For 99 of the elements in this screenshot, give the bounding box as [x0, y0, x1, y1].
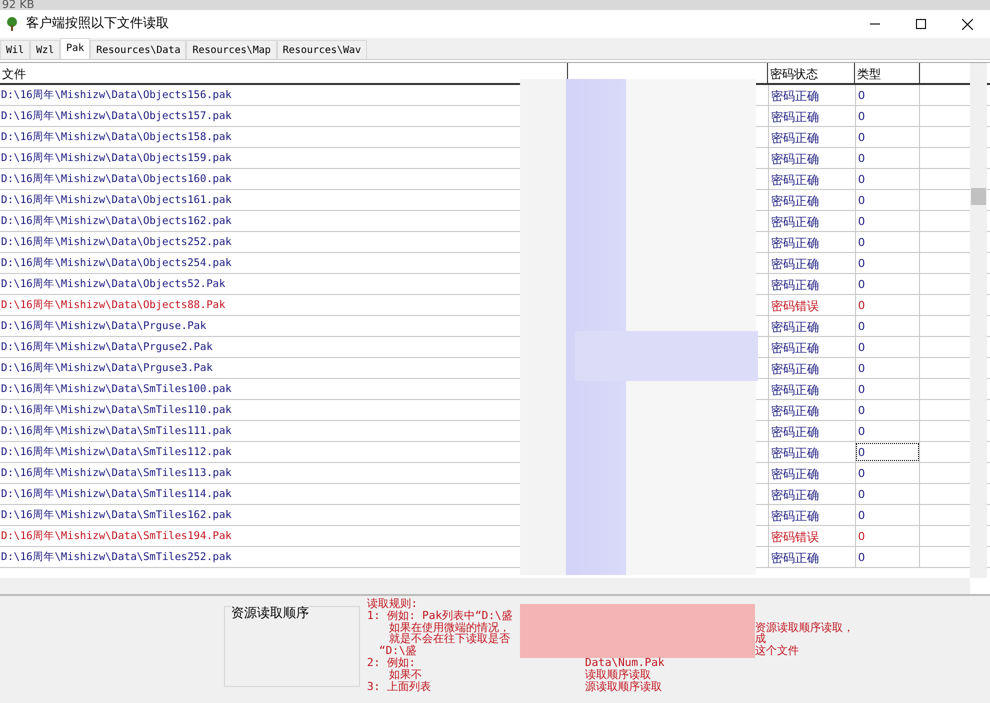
- rule-text: 就是不会在往下读取是否: [388, 632, 510, 646]
- table-cell-text: D:\16周年\Mishizw\Data\SmTiles112.pak: [0, 445, 233, 460]
- table-cell-text: D:\16周年\Mishizw\Data\Objects88.Pak: [0, 298, 226, 313]
- table-cell: 0: [855, 463, 920, 483]
- table-cell: 0: [855, 253, 920, 273]
- table-cell-text: D:\16周年\Mishizw\Data\Objects52.Pak: [0, 277, 226, 292]
- rule-text: 如果不: [388, 668, 422, 681]
- table-cell-text: D:\16周年\Mishizw\Data\SmTiles100.pak: [0, 382, 233, 397]
- rule-text: 源读取顺序读取: [585, 680, 662, 693]
- table-cell-text: D:\16周年\Mishizw\Data\SmTiles113.pak: [0, 466, 233, 481]
- table-cell: 0: [855, 274, 920, 294]
- table-cell: 密码正确: [768, 484, 855, 504]
- rule-text: 读取规则:: [367, 597, 418, 610]
- tab[interactable]: Wil: [0, 40, 30, 59]
- table-cell-text: D:\16周年\Mishizw\Data\Objects159.pak: [0, 151, 233, 166]
- rule-text: 读取顺序读取: [585, 668, 651, 681]
- horizontal-scrollbar[interactable]: [0, 578, 970, 594]
- table-cell: 0: [855, 106, 920, 126]
- table-cell: 0: [855, 400, 920, 420]
- scrollbar-thumb[interactable]: [971, 188, 986, 205]
- background-window-text: 92 KB: [0, 0, 990, 10]
- table-cell-text: D:\16周年\Mishizw\Data\SmTiles114.pak: [0, 487, 233, 502]
- table-cell-text: D:\16周年\Mishizw\Data\SmTiles194.Pak: [0, 529, 233, 544]
- table-cell: 0: [855, 190, 920, 210]
- table-cell-text: D:\16周年\Mishizw\Data\Prguse3.Pak: [0, 361, 214, 376]
- rule-text: 这个文件: [755, 644, 799, 658]
- table-cell: 密码正确: [768, 211, 855, 231]
- table-cell: 密码正确: [768, 337, 855, 357]
- table-cell: 0: [855, 232, 920, 252]
- tab[interactable]: Resources\Map: [186, 40, 277, 59]
- table-cell: 密码正确: [768, 274, 855, 294]
- table-cell: 0: [855, 442, 920, 462]
- table-cell: 密码正确: [768, 190, 855, 210]
- table-cell: 密码正确: [768, 379, 855, 399]
- tab[interactable]: Pak: [60, 38, 90, 59]
- rule-text: 3: 上面列表: [367, 680, 431, 693]
- table-cell-text: D:\16周年\Mishizw\Data\Objects158.pak: [0, 130, 233, 145]
- table-cell: 密码正确: [768, 127, 855, 147]
- table-cell: 密码正确: [768, 85, 855, 105]
- table-cell: 0: [855, 379, 920, 399]
- rule-text: 资源读取顺序读取，: [755, 620, 854, 634]
- table-cell: 0: [855, 127, 920, 147]
- table-cell-text: D:\16周年\Mishizw\Data\Objects254.pak: [0, 256, 233, 271]
- table-cell-text: D:\16周年\Mishizw\Data\Objects252.pak: [0, 235, 233, 250]
- table-cell: 密码正确: [768, 232, 855, 252]
- table-cell-text: D:\16周年\Mishizw\Data\Objects157.pak: [0, 109, 233, 124]
- table-cell-text: D:\16周年\Mishizw\Data\SmTiles252.pak: [0, 550, 233, 565]
- table-cell: 密码正确: [768, 169, 855, 189]
- vertical-scrollbar[interactable]: [970, 63, 987, 578]
- table-cell-text: D:\16周年\Mishizw\Data\Objects156.pak: [0, 88, 233, 103]
- table-cell: 0: [855, 421, 920, 441]
- table-cell-text: D:\16周年\Mishizw\Data\SmTiles110.pak: [0, 403, 233, 418]
- table-cell: 0: [855, 211, 920, 231]
- table-cell: 密码正确: [768, 400, 855, 420]
- maximize-icon: [916, 19, 926, 29]
- table-cell: 密码正确: [768, 547, 855, 567]
- table-cell: 密码正确: [768, 358, 855, 378]
- table-cell: 0: [855, 505, 920, 525]
- table-cell: 密码正确: [768, 253, 855, 273]
- column-header: 密码状态: [768, 63, 855, 83]
- tab[interactable]: Resources\Wav: [276, 40, 368, 59]
- table-cell-text: D:\16周年\Mishizw\Data\Objects160.pak: [0, 172, 233, 187]
- column-header: 类型: [855, 63, 920, 83]
- table-cell: 0: [855, 358, 920, 378]
- table-cell: 密码正确: [768, 106, 855, 126]
- table-cell: 密码正确: [768, 505, 855, 525]
- tab[interactable]: Wzl: [30, 40, 60, 59]
- rule-text: 1: 例如: Pak列表中“D:\盛: [367, 608, 512, 622]
- table-cell-text: D:\16周年\Mishizw\Data\Objects162.pak: [0, 214, 233, 229]
- table-cell: 密码错误: [768, 295, 855, 315]
- table-cell: 0: [855, 85, 920, 105]
- tab[interactable]: Resources\Data: [90, 40, 186, 59]
- rule-text: Data\Num.Pak: [585, 656, 664, 669]
- table-cell: 0: [855, 526, 920, 546]
- tree-icon: [4, 16, 20, 32]
- table-cell: 0: [855, 547, 920, 567]
- table-cell-text: D:\16周年\Mishizw\Data\SmTiles111.pak: [0, 424, 233, 439]
- table-cell: 密码正确: [768, 316, 855, 336]
- table-cell-text: D:\16周年\Mishizw\Data\Prguse.Pak: [0, 319, 208, 334]
- table-cell: 密码正确: [768, 463, 855, 483]
- table-cell-text: D:\16周年\Mishizw\Data\Prguse2.Pak: [0, 340, 214, 355]
- table-cell: 0: [855, 148, 920, 168]
- rule-text: 2: 例如:: [367, 656, 416, 669]
- table-cell: 密码正确: [768, 421, 855, 441]
- close-icon: [962, 18, 972, 30]
- table-cell: 0: [855, 169, 920, 189]
- window-title: 客户端按照以下文件读取: [26, 15, 169, 34]
- table-cell: 密码正确: [768, 148, 855, 168]
- table-cell: 0: [855, 484, 920, 504]
- table-cell: 0: [855, 316, 920, 336]
- table-cell-text: D:\16周年\Mishizw\Data\Objects161.pak: [0, 193, 233, 208]
- table-cell: 0: [855, 295, 920, 315]
- table-cell: 0: [855, 337, 920, 357]
- table-cell-text: D:\16周年\Mishizw\Data\SmTiles162.pak: [0, 508, 233, 523]
- table-cell: 密码正确: [768, 442, 855, 462]
- rule-text: 如果在使用微端的情况，: [389, 620, 510, 634]
- rule-text: 成: [755, 632, 766, 646]
- rule-text: “D:\盛: [378, 644, 416, 658]
- table-cell: 密码错误: [768, 526, 855, 546]
